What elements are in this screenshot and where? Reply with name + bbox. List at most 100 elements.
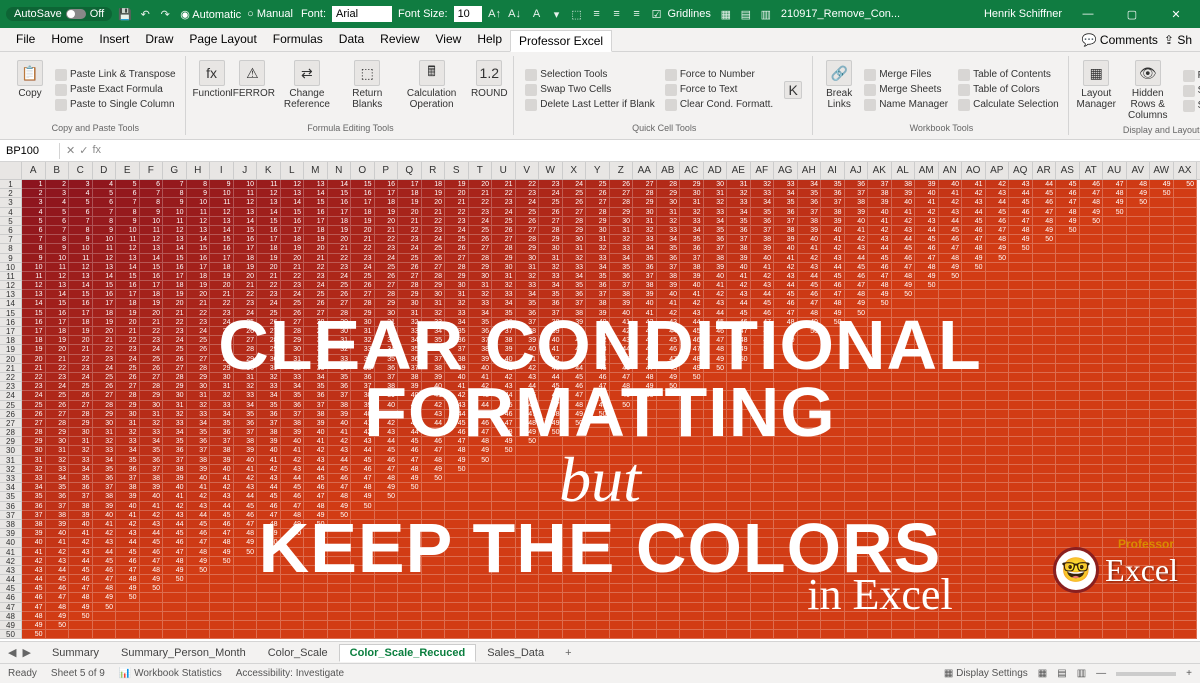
view-break-icon[interactable]: ▥: [1077, 668, 1086, 679]
ribbon-selection-tools[interactable]: Selection Tools: [522, 68, 658, 82]
fx-icon[interactable]: fx: [92, 144, 101, 157]
table-row[interactable]: 2020212223242526272829303132333435363738…: [0, 355, 1200, 364]
sheet-tab-summary_person_month[interactable]: Summary_Person_Month: [110, 644, 257, 662]
col-header[interactable]: A: [22, 162, 46, 179]
col-header[interactable]: O: [351, 162, 375, 179]
cancel-fx-icon[interactable]: ✕: [66, 144, 75, 157]
menu-draw[interactable]: Draw: [137, 29, 181, 51]
table-row[interactable]: 4747484950: [0, 603, 1200, 612]
ribbon-name-manager[interactable]: Name Manager: [861, 98, 951, 112]
display-settings[interactable]: ▦ Display Settings: [944, 668, 1028, 679]
table-row[interactable]: 2323242526272829303132333435363738394041…: [0, 382, 1200, 391]
col-header[interactable]: X: [563, 162, 587, 179]
copy-button[interactable]: 📋Copy: [12, 58, 48, 121]
table-row[interactable]: 33333435363738394041424344454647484950: [0, 474, 1200, 483]
tab-prev-icon[interactable]: ◀: [8, 646, 16, 659]
col-header[interactable]: AT: [1080, 162, 1104, 179]
table-row[interactable]: 5050: [0, 630, 1200, 639]
col-header[interactable]: H: [187, 162, 211, 179]
table-row[interactable]: 5567891011121314151617181920212223242526…: [0, 217, 1200, 226]
table-row[interactable]: 1818192021222324252627282930313233343536…: [0, 336, 1200, 345]
col-header[interactable]: AG: [774, 162, 798, 179]
table-row[interactable]: 1717181920212223242526272829303132333435…: [0, 327, 1200, 336]
fontsize-input[interactable]: [454, 6, 482, 22]
ribbon-force-to-number[interactable]: Force to Number: [662, 68, 776, 82]
menu-review[interactable]: Review: [372, 29, 427, 51]
return-blanks-button[interactable]: ⬚Return Blanks: [343, 58, 392, 121]
font-input[interactable]: [332, 6, 392, 22]
col-header[interactable]: AD: [704, 162, 728, 179]
table-row[interactable]: 434344454647484950: [0, 566, 1200, 575]
table-row[interactable]: 3030313233343536373839404142434445464748…: [0, 446, 1200, 455]
menu-file[interactable]: File: [8, 29, 43, 51]
table-row[interactable]: 494950: [0, 621, 1200, 630]
table-row[interactable]: 2121222324252627282930313233343536373839…: [0, 364, 1200, 373]
table-row[interactable]: 8891011121314151617181920212223242526272…: [0, 244, 1200, 253]
zoom-out-icon[interactable]: —: [1096, 668, 1106, 679]
layout-manager-button[interactable]: ▦Layout Manager: [1077, 58, 1116, 123]
col-header[interactable]: AE: [727, 162, 751, 179]
comments-button[interactable]: 💬 Comments: [1082, 33, 1158, 47]
col-header[interactable]: AN: [939, 162, 963, 179]
col-header[interactable]: Z: [610, 162, 634, 179]
table-row[interactable]: 3131323334353637383940414243444546474849…: [0, 456, 1200, 465]
table-row[interactable]: 3345678910111213141516171819202122232425…: [0, 198, 1200, 207]
table-row[interactable]: 39394041424344454647484950: [0, 529, 1200, 538]
table-row[interactable]: 3535363738394041424344454647484950: [0, 492, 1200, 501]
table-row[interactable]: 48484950: [0, 612, 1200, 621]
workbook-stats[interactable]: 📊 Workbook Statistics: [119, 668, 222, 679]
col-header[interactable]: E: [116, 162, 140, 179]
col-header[interactable]: AW: [1150, 162, 1174, 179]
sheet-tab-color_scale_recuced[interactable]: Color_Scale_Recuced: [339, 644, 477, 662]
table-row[interactable]: 1313141516171819202122232425262728293031…: [0, 290, 1200, 299]
col-header[interactable]: AL: [892, 162, 916, 179]
hidden-rows-button[interactable]: 👁Hidden Rows & Columns: [1120, 58, 1176, 123]
col-header[interactable]: F: [140, 162, 164, 179]
save-icon[interactable]: 💾: [118, 7, 132, 21]
col-header[interactable]: AP: [986, 162, 1010, 179]
table-row[interactable]: 2828293031323334353637383940414243444546…: [0, 428, 1200, 437]
close-icon[interactable]: ✕: [1158, 0, 1194, 28]
increase-font-icon[interactable]: A↑: [488, 7, 502, 21]
ribbon-calculate-selection[interactable]: Calculate Selection: [955, 98, 1062, 112]
share-button[interactable]: ⇪ Sh: [1164, 33, 1192, 47]
accessibility[interactable]: Accessibility: Investigate: [236, 668, 344, 679]
view-normal-icon[interactable]: ▦: [1038, 668, 1047, 679]
col-header[interactable]: Q: [398, 162, 422, 179]
accept-fx-icon[interactable]: ✓: [79, 144, 88, 157]
table-row[interactable]: 2727282930313233343536373839404142434445…: [0, 419, 1200, 428]
col-header[interactable]: AS: [1056, 162, 1080, 179]
undo-icon[interactable]: ↶: [138, 7, 152, 21]
table-row[interactable]: 6678910111213141516171819202122232425262…: [0, 226, 1200, 235]
ribbon-table-of-colors[interactable]: Table of Colors: [955, 83, 1062, 97]
ribbon-paste-to-single-column[interactable]: Paste to Single Column: [52, 98, 179, 112]
iferror-button[interactable]: ⚠IFERROR: [234, 58, 272, 121]
col-header[interactable]: C: [69, 162, 93, 179]
col-header[interactable]: J: [234, 162, 258, 179]
calc-operation-button[interactable]: 🖩Calculation Operation: [396, 58, 467, 121]
col-header[interactable]: S: [445, 162, 469, 179]
table-row[interactable]: 4444454647484950: [0, 575, 1200, 584]
col-header[interactable]: I: [210, 162, 234, 179]
table-row[interactable]: 2222232425262728293031323334353637383940…: [0, 373, 1200, 382]
menu-professor-excel[interactable]: Professor Excel: [510, 30, 612, 52]
col-header[interactable]: AM: [915, 162, 939, 179]
table-row[interactable]: 2929303132333435363738394041424344454647…: [0, 437, 1200, 446]
col-header[interactable]: AI: [821, 162, 845, 179]
col-header[interactable]: G: [163, 162, 187, 179]
col-header[interactable]: B: [46, 162, 70, 179]
col-header[interactable]: AR: [1033, 162, 1057, 179]
menu-page-layout[interactable]: Page Layout: [181, 29, 264, 51]
ribbon-merge-files[interactable]: Merge Files: [861, 68, 951, 82]
ribbon-sort-sheets[interactable]: Sort Sheets: [1180, 99, 1200, 113]
table-row[interactable]: 2424252627282930313233343536373839404142…: [0, 391, 1200, 400]
break-links-button[interactable]: 🔗Break Links: [821, 58, 857, 121]
view-icons[interactable]: ▦▤▥: [719, 7, 773, 21]
col-header[interactable]: Y: [586, 162, 610, 179]
col-header[interactable]: W: [539, 162, 563, 179]
maximize-icon[interactable]: ▢: [1114, 0, 1150, 28]
table-row[interactable]: 3232333435363738394041424344454647484950: [0, 465, 1200, 474]
menu-insert[interactable]: Insert: [91, 29, 137, 51]
ribbon-font[interactable]: Font: [1180, 69, 1200, 83]
col-header[interactable]: AB: [657, 162, 681, 179]
